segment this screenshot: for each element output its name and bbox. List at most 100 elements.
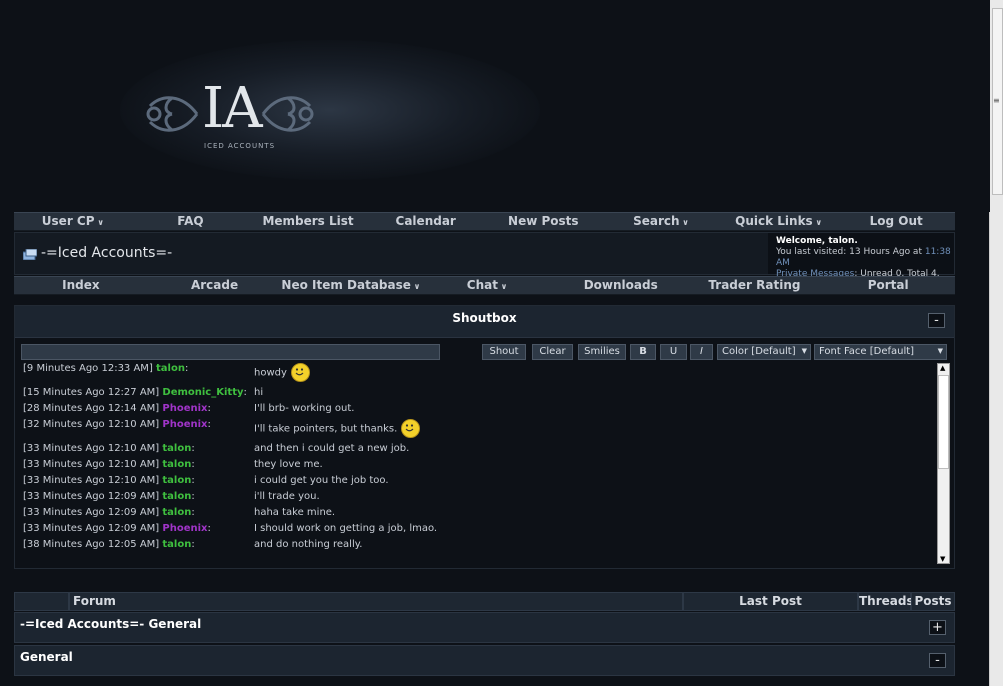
shout-message-text: hi (254, 387, 264, 398)
chevron-down-icon: ∨ (812, 218, 822, 227)
shout-log-scrollbar[interactable]: ▲ ▼ (937, 363, 950, 564)
shout-row: [15 Minutes Ago 12:27 AM] Demonic_Kitty:… (23, 387, 263, 398)
logo-subtitle: ICED ACCOUNTS (204, 142, 276, 150)
shout-log: [9 Minutes Ago 12:33 AM] talon: howdy [15 … (23, 363, 935, 563)
shout-message: I should work on getting a job, lmao. (254, 523, 437, 534)
subnav-item-label: Neo Item Database (281, 278, 411, 292)
shoutbox-collapse-button[interactable]: - (928, 313, 945, 328)
shout-username[interactable]: talon (162, 491, 191, 502)
font-face-select[interactable]: Font Face [Default] ▼ (814, 344, 947, 360)
shout-button[interactable]: Shout (482, 344, 526, 360)
shout-username[interactable]: Phoenix (162, 523, 207, 534)
scroll-up-icon[interactable]: ▲ (940, 364, 945, 372)
welcome-text: Welcome, talon. (776, 236, 858, 246)
category-expand-button[interactable]: + (929, 620, 946, 635)
shout-username[interactable]: talon (162, 539, 191, 550)
clear-button[interactable]: Clear (532, 344, 573, 360)
nav-item-faq[interactable]: FAQ (132, 213, 250, 230)
shout-message: and do nothing really. (254, 539, 362, 550)
nav-item-label: Search (633, 214, 680, 228)
smilies-button[interactable]: Smilies (578, 344, 626, 360)
breadcrumb-title[interactable]: -=Iced Accounts=- (41, 245, 172, 261)
shout-message: hi (254, 387, 263, 398)
shout-username[interactable]: Demonic_Kitty (162, 387, 243, 398)
shout-message-text: I'll brb- working out. (254, 403, 355, 414)
subnav-item-downloads[interactable]: Downloads (554, 277, 688, 294)
smiley-icon (401, 419, 421, 438)
shout-time: [33 Minutes Ago 12:10 AM] (23, 443, 160, 454)
shout-message-text: howdy (254, 367, 287, 379)
category-title[interactable]: General (20, 650, 73, 664)
shout-row: [33 Minutes Ago 12:09 AM] talon: haha tak… (23, 507, 335, 518)
shout-username[interactable]: talon (162, 443, 191, 454)
shout-separator: : (243, 387, 247, 398)
color-select-value: Color [Default] (722, 346, 796, 357)
shout-separator: : (191, 539, 195, 550)
shout-row: [28 Minutes Ago 12:14 AM] Phoenix: I'll b… (23, 403, 354, 414)
bold-button[interactable]: B (630, 344, 656, 360)
subnav-item-label: Arcade (190, 278, 239, 292)
nav-item-user-cp[interactable]: User CP ∨ (14, 213, 132, 230)
shout-separator: : (184, 363, 189, 374)
subnav-item-label: Trader Rating (708, 278, 801, 292)
subnav-item-portal[interactable]: Portal (821, 277, 955, 294)
shout-row: [33 Minutes Ago 12:10 AM] talon: and then… (23, 443, 409, 454)
shout-username[interactable]: talon (162, 459, 191, 470)
nav-item-quick-links[interactable]: Quick Links ∨ (720, 213, 838, 230)
shout-row: [32 Minutes Ago 12:10 AM] Phoenix: I'll t… (23, 419, 421, 438)
shout-message-text: I should work on getting a job, lmao. (254, 523, 438, 534)
italic-button[interactable]: I (690, 344, 713, 360)
nav-item-calendar[interactable]: Calendar (367, 213, 485, 230)
shout-row: [9 Minutes Ago 12:33 AM] talon: howdy (23, 363, 310, 382)
column-header-icon (14, 592, 69, 611)
chevron-down-icon: ∨ (410, 282, 421, 291)
shout-log-scroll-thumb[interactable] (938, 375, 949, 469)
ornament-left-icon (146, 96, 199, 132)
subnav-item-label: Downloads (583, 278, 658, 292)
column-header-last-post: Last Post (683, 592, 858, 611)
category-row: -=Iced Accounts=- General + (14, 612, 955, 643)
subnav-item-arcade[interactable]: Arcade (148, 277, 282, 294)
color-select[interactable]: Color [Default] ▼ (717, 344, 811, 360)
category-collapse-button[interactable]: - (929, 653, 946, 668)
subnav-item-chat[interactable]: Chat ∨ (420, 277, 554, 294)
chevron-down-icon: ∨ (94, 218, 104, 227)
scroll-down-icon[interactable]: ▼ (940, 555, 945, 563)
site-logo[interactable]: IA ICED ACCOUNTS (142, 76, 322, 154)
shout-username[interactable]: Phoenix (162, 419, 207, 430)
shoutbox-header: Shoutbox - (15, 306, 954, 338)
shout-message: and then i could get a new job. (254, 443, 409, 454)
welcome-panel: Welcome, talon. You last visited: 13 Hou… (768, 233, 954, 279)
chevron-down-icon: ▼ (801, 347, 807, 355)
folder-icon[interactable] (23, 249, 37, 260)
shout-username[interactable]: talon (162, 507, 191, 518)
shout-time: [28 Minutes Ago 12:14 AM] (23, 403, 160, 414)
font-face-select-value: Font Face [Default] (819, 346, 915, 357)
subnav-item-neo-item-database[interactable]: Neo Item Database ∨ (281, 277, 420, 294)
subnav-item-index[interactable]: Index (14, 277, 148, 294)
nav-item-log-out[interactable]: Log Out (837, 213, 955, 230)
shout-separator: : (207, 523, 211, 534)
shout-username[interactable]: Phoenix (162, 403, 207, 414)
nav-item-new-posts[interactable]: New Posts (485, 213, 603, 230)
shout-message: they love me. (254, 459, 323, 470)
nav-item-search[interactable]: Search ∨ (602, 213, 720, 230)
shout-message-text: and do nothing really. (254, 539, 363, 550)
nav-item-label: Quick Links (735, 214, 813, 228)
shoutbox-title: Shoutbox (452, 311, 517, 325)
category-title[interactable]: -=Iced Accounts=- General (20, 617, 201, 631)
page-scrollbar[interactable]: ≡ (989, 0, 1003, 686)
nav-item-label: Calendar (395, 214, 456, 228)
shout-input[interactable] (21, 344, 440, 360)
shout-username[interactable]: talon (162, 475, 191, 486)
breadcrumb: -=Iced Accounts=- Welcome, talon. You la… (14, 232, 955, 279)
chevron-down-icon: ∨ (679, 218, 689, 227)
nav-item-members-list[interactable]: Members List (249, 213, 367, 230)
shout-time: [33 Minutes Ago 12:10 AM] (23, 475, 160, 486)
subnav-item-trader-rating[interactable]: Trader Rating (688, 277, 822, 294)
ornament-right-icon (261, 96, 314, 132)
shout-username[interactable]: talon (156, 363, 185, 374)
shout-row: [33 Minutes Ago 12:09 AM] talon: i'll tra… (23, 491, 320, 502)
underline-button[interactable]: U (660, 344, 687, 360)
shout-separator: : (191, 443, 195, 454)
